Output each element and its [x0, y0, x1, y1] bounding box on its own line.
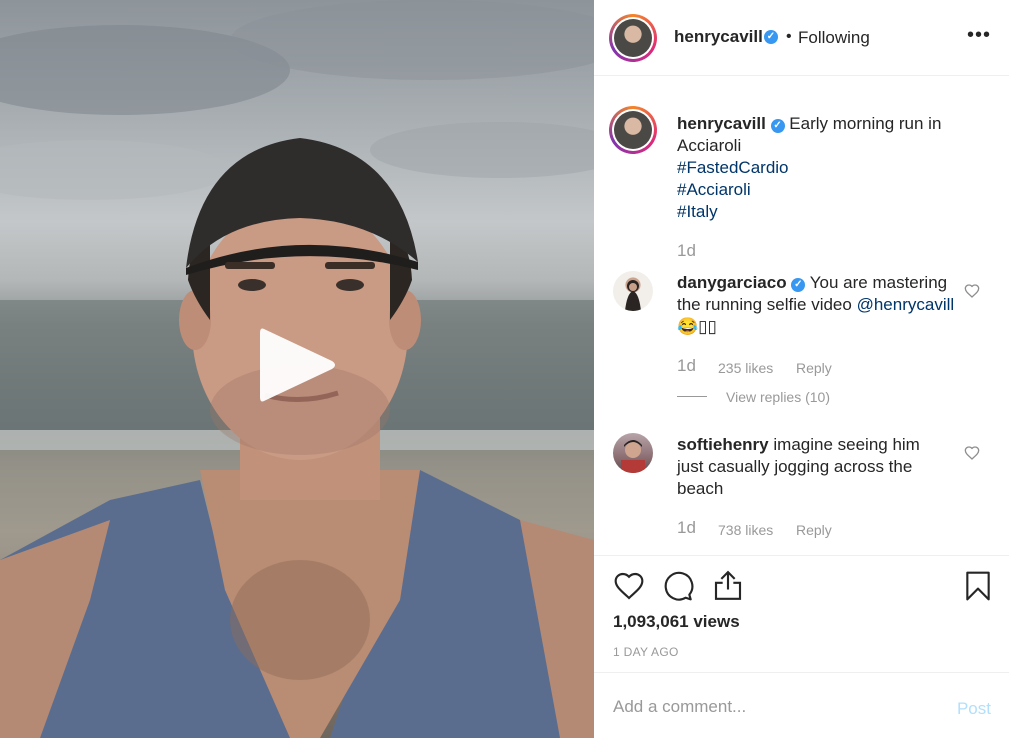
- share-icon[interactable]: [712, 569, 744, 602]
- reply-button[interactable]: Reply: [796, 522, 832, 538]
- heart-icon[interactable]: [613, 570, 645, 602]
- verified-badge-icon: ✓: [770, 119, 785, 133]
- verified-badge-icon: ✓: [764, 30, 778, 44]
- post-comment-button[interactable]: Post: [957, 699, 991, 719]
- comment-likes[interactable]: 235 likes: [718, 360, 773, 376]
- comment-username[interactable]: softiehenry: [677, 435, 769, 454]
- like-comment-heart-icon[interactable]: [964, 445, 980, 461]
- comment-username[interactable]: danygarciaco: [677, 273, 787, 292]
- view-replies-button[interactable]: View replies (10): [726, 389, 830, 405]
- author-username[interactable]: henrycavill: [674, 27, 763, 47]
- separator-dot: •: [786, 28, 792, 45]
- bookmark-icon[interactable]: [964, 570, 992, 602]
- reply-button[interactable]: Reply: [796, 360, 832, 376]
- unrendered-emoji: ▯▯: [698, 317, 717, 336]
- post-sidebar: henrycavill ✓ • Following ••• henrycavil…: [594, 0, 1009, 738]
- caption-author-avatar[interactable]: [609, 106, 657, 154]
- commenter-avatar-softiehenry[interactable]: [613, 433, 653, 473]
- hashtag-acciaroli[interactable]: #Acciaroli: [677, 179, 977, 201]
- hashtag-italy[interactable]: #Italy: [677, 201, 977, 223]
- laughing-emoji: 😂: [677, 317, 699, 336]
- mention-henrycavill[interactable]: @henrycavill: [857, 295, 955, 314]
- caption-username[interactable]: henrycavill: [677, 114, 766, 133]
- comment-input[interactable]: [613, 697, 933, 717]
- like-comment-heart-icon[interactable]: [964, 283, 980, 299]
- view-count[interactable]: 1,093,061 views: [613, 612, 740, 632]
- more-options-icon[interactable]: •••: [967, 24, 991, 47]
- post-caption: henrycavill ✓ Early morning run in Accia…: [677, 113, 977, 223]
- post-actions: [594, 555, 1009, 556]
- comment-timestamp[interactable]: 1d: [677, 518, 696, 538]
- verified-badge-icon: ✓: [791, 278, 806, 292]
- commenter-avatar-danygarciaco[interactable]: [613, 271, 653, 311]
- comment-timestamp[interactable]: 1d: [677, 356, 696, 376]
- comment-softiehenry: softiehenry imagine seeing him just casu…: [677, 434, 942, 500]
- caption-timestamp[interactable]: 1d: [677, 241, 696, 261]
- comment-bubble-icon[interactable]: [662, 570, 694, 602]
- hashtag-fastedcardio[interactable]: #FastedCardio: [677, 157, 977, 179]
- following-button[interactable]: Following: [798, 28, 870, 48]
- comment-danygarciaco: danygarciaco ✓ You are mastering the run…: [677, 272, 959, 338]
- play-icon[interactable]: [246, 323, 342, 407]
- author-avatar[interactable]: [609, 14, 657, 62]
- post-video[interactable]: [0, 0, 594, 738]
- post-header: henrycavill ✓ • Following •••: [594, 0, 1009, 76]
- replies-divider: [677, 396, 707, 397]
- comment-likes[interactable]: 738 likes: [718, 522, 773, 538]
- post-date[interactable]: 1 DAY AGO: [613, 645, 679, 659]
- comment-composer: Post: [594, 672, 1009, 738]
